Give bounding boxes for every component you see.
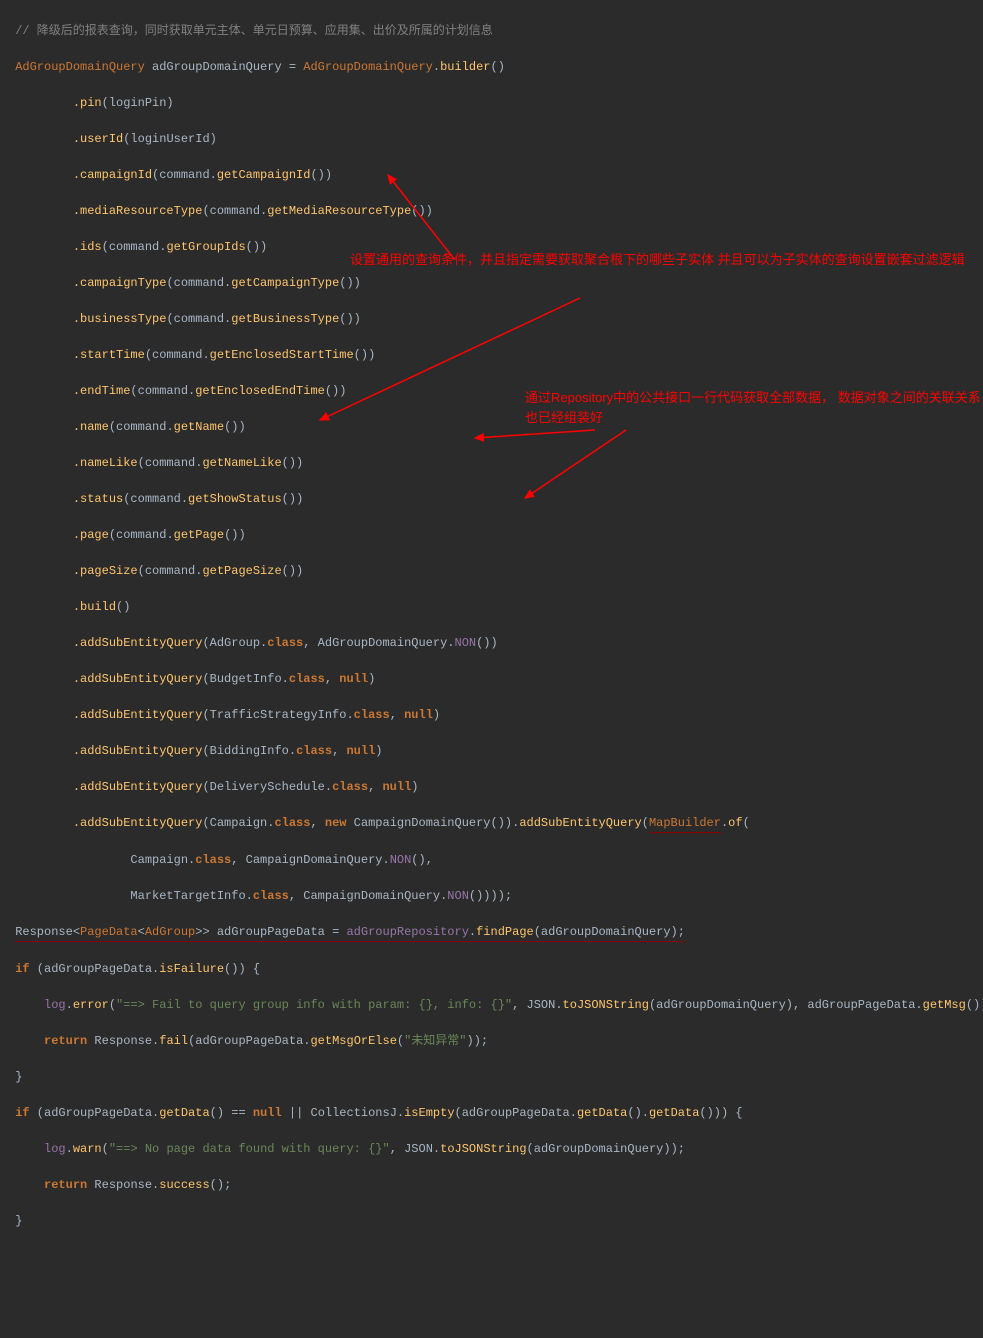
code-line: }	[8, 1068, 983, 1086]
code-line: AdGroupDomainQuery adGroupDomainQuery = …	[8, 58, 983, 76]
code-line: .campaignId(command.getCampaignId())	[8, 166, 983, 184]
code-line: .addSubEntityQuery(DeliverySchedule.clas…	[8, 778, 983, 796]
code-editor[interactable]: // 降级后的报表查询，同时获取单元主体、单元日预算、应用集、出价及所属的计划信…	[0, 0, 983, 690]
code-line: log.warn("==> No page data found with qu…	[8, 1140, 983, 1158]
code-line: log.error("==> Fail to query group info …	[8, 996, 983, 1014]
code-line: .status(command.getShowStatus())	[8, 490, 983, 508]
code-line: .page(command.getPage())	[8, 526, 983, 544]
code-line: .addSubEntityQuery(Campaign.class, new C…	[8, 814, 983, 833]
code-line: if (adGroupPageData.isFailure()) {	[8, 960, 983, 978]
code-line: return Response.fail(adGroupPageData.get…	[8, 1032, 983, 1050]
code-line: .build()	[8, 598, 983, 616]
code-line: .userId(loginUserId)	[8, 130, 983, 148]
code-line: .addSubEntityQuery(AdGroup.class, AdGrou…	[8, 634, 983, 652]
code-line: }	[8, 1212, 983, 1230]
code-line: .pageSize(command.getPageSize())	[8, 562, 983, 580]
comment-line: // 降级后的报表查询，同时获取单元主体、单元日预算、应用集、出价及所属的计划信…	[8, 22, 983, 40]
code-line: .addSubEntityQuery(BiddingInfo.class, nu…	[8, 742, 983, 760]
code-line: Campaign.class, CampaignDomainQuery.NON(…	[8, 851, 983, 869]
code-line: .nameLike(command.getNameLike())	[8, 454, 983, 472]
code-line: if (adGroupPageData.getData() == null ||…	[8, 1104, 983, 1122]
code-line: .businessType(command.getBusinessType())	[8, 310, 983, 328]
code-line: return Response.success();	[8, 1176, 983, 1194]
code-line: .campaignType(command.getCampaignType())	[8, 274, 983, 292]
code-line: MarketTargetInfo.class, CampaignDomainQu…	[8, 887, 983, 905]
code-line: Response<PageData<AdGroup>> adGroupPageD…	[8, 923, 983, 942]
code-line: .startTime(command.getEnclosedStartTime(…	[8, 346, 983, 364]
annotation-repository: 通过Repository中的公共接口一行代码获取全部数据， 数据对象之间的关联关…	[525, 388, 983, 428]
code-line: .pin(loginPin)	[8, 94, 983, 112]
annotation-query-conditions: 设置通用的查询条件，并且指定需要获取聚合根下的哪些子实体 并且可以为子实体的查询…	[350, 250, 965, 270]
code-line: .mediaResourceType(command.getMediaResou…	[8, 202, 983, 220]
code-line: .addSubEntityQuery(TrafficStrategyInfo.c…	[8, 706, 983, 724]
code-line: .addSubEntityQuery(BudgetInfo.class, nul…	[8, 670, 983, 688]
